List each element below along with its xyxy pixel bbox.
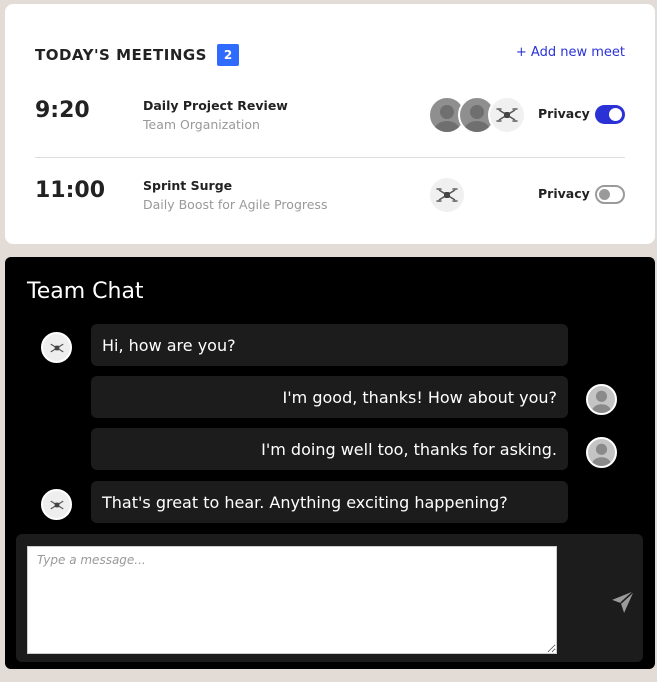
meeting-title: Sprint Surge xyxy=(143,178,233,193)
chat-input-area xyxy=(16,534,643,662)
privacy-label: Privacy xyxy=(538,186,590,201)
meeting-subtitle: Daily Boost for Agile Progress xyxy=(143,197,328,212)
meeting-time: 9:20 xyxy=(35,98,90,123)
drone-avatar xyxy=(41,489,72,520)
meetings-card: TODAY'S MEETINGS 2 + Add new meet 9:20 D… xyxy=(5,4,655,244)
chat-message: That's great to hear. Anything exciting … xyxy=(91,481,568,523)
meeting-avatars xyxy=(428,96,526,134)
person-avatar xyxy=(586,437,617,468)
meetings-header: TODAY'S MEETINGS 2 xyxy=(35,44,239,66)
person-avatar xyxy=(586,384,617,415)
chat-message: I'm doing well too, thanks for asking. xyxy=(91,428,568,470)
meeting-row: 11:00 Sprint Surge Daily Boost for Agile… xyxy=(35,164,625,224)
chat-title: Team Chat xyxy=(27,279,144,304)
toggle-knob xyxy=(599,189,610,200)
meeting-subtitle: Team Organization xyxy=(143,117,260,132)
chat-message: I'm good, thanks! How about you? xyxy=(91,376,568,418)
toggle-knob xyxy=(609,108,622,121)
team-chat-card: Team Chat Hi, how are you? I'm good, tha… xyxy=(5,257,655,669)
meeting-time: 11:00 xyxy=(35,178,106,203)
meetings-count-badge: 2 xyxy=(217,44,239,66)
message-input[interactable] xyxy=(27,546,557,654)
chat-message-text: I'm good, thanks! How about you? xyxy=(282,387,557,407)
chat-message: Hi, how are you? xyxy=(91,324,568,366)
meeting-row: 9:20 Daily Project Review Team Organizat… xyxy=(35,84,625,144)
chat-message-text: Hi, how are you? xyxy=(102,335,236,355)
privacy-toggle[interactable] xyxy=(595,185,625,204)
meetings-title: TODAY'S MEETINGS xyxy=(35,46,207,64)
drone-avatar xyxy=(428,176,466,214)
chat-message-text: I'm doing well too, thanks for asking. xyxy=(261,439,557,459)
drone-avatar xyxy=(488,96,526,134)
divider xyxy=(35,157,625,158)
chat-message-text: That's great to hear. Anything exciting … xyxy=(102,492,508,512)
meeting-title: Daily Project Review xyxy=(143,98,288,113)
meeting-avatars xyxy=(428,176,466,214)
paper-plane-icon[interactable] xyxy=(610,589,636,615)
privacy-toggle[interactable] xyxy=(595,105,625,124)
add-new-meet-link[interactable]: + Add new meet xyxy=(516,45,625,60)
privacy-label: Privacy xyxy=(538,106,590,121)
drone-avatar xyxy=(41,332,72,363)
